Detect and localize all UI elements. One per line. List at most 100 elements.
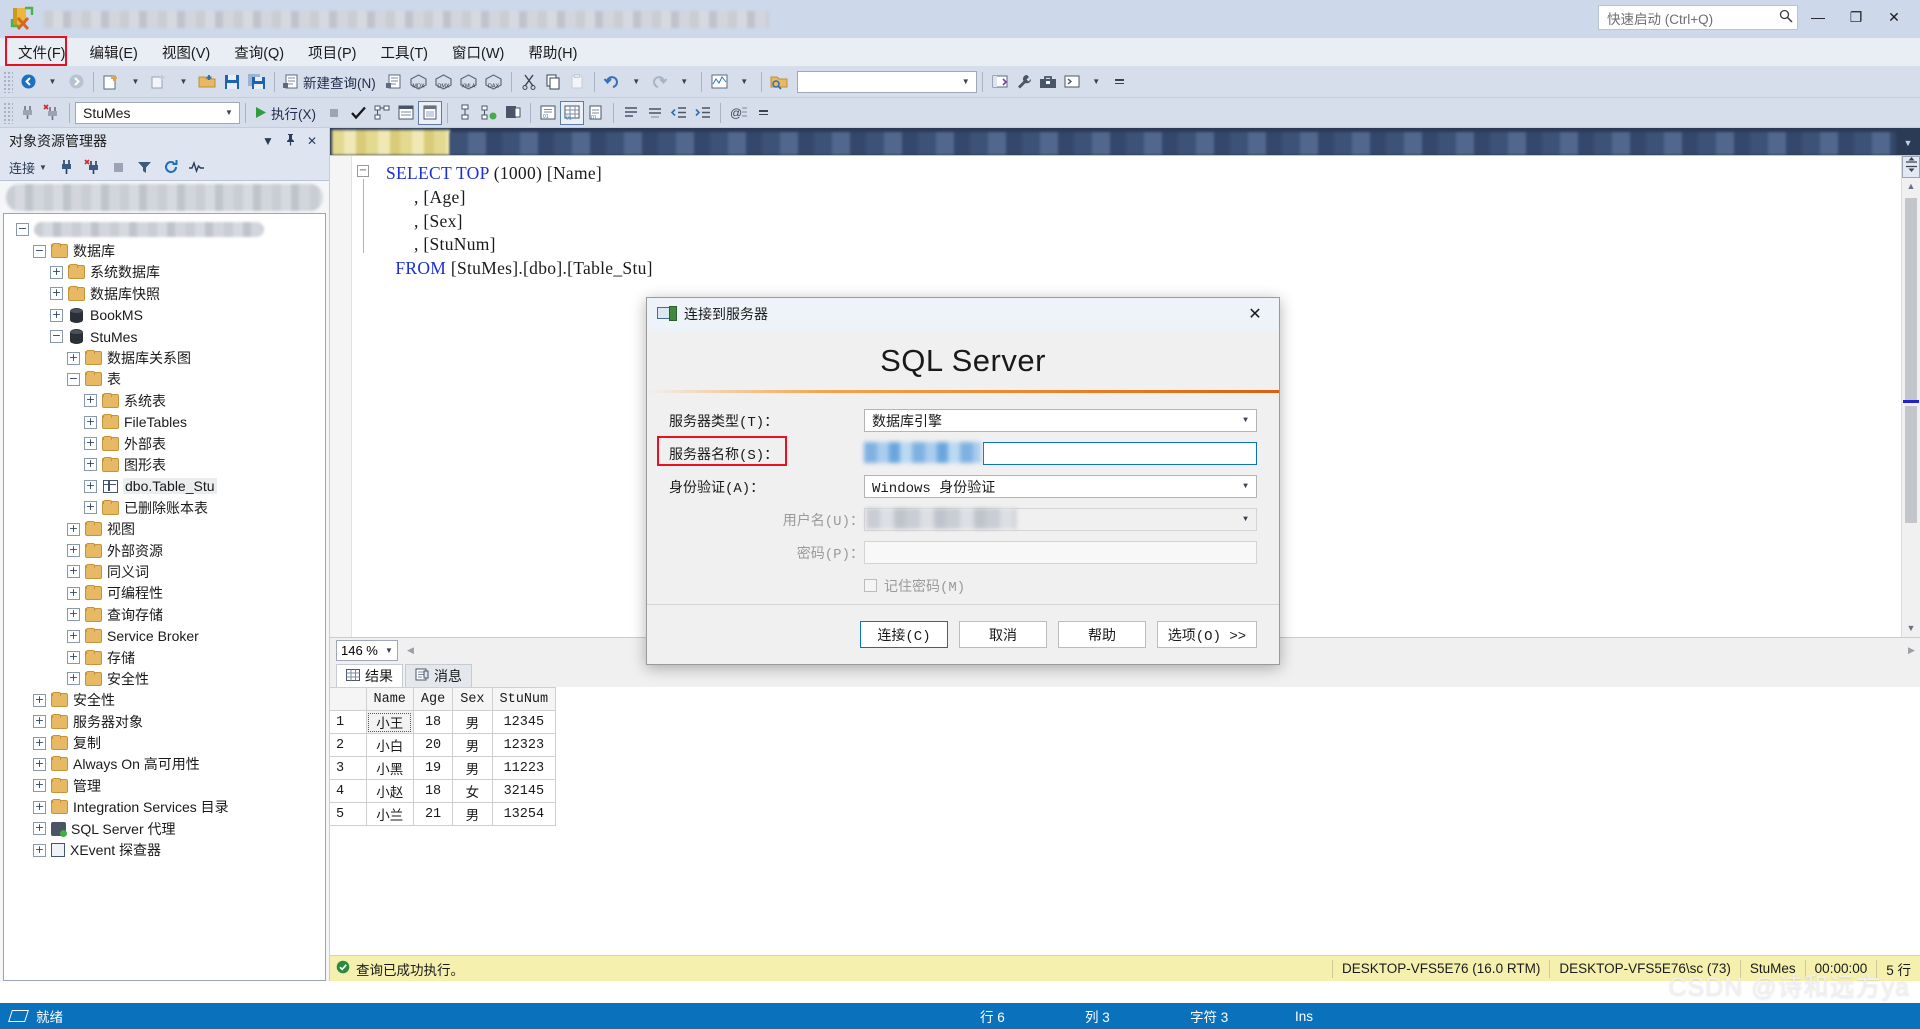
expand-icon[interactable]: + bbox=[84, 437, 97, 451]
scroll-left-arrow[interactable]: ◀ bbox=[402, 645, 419, 656]
collapse-icon[interactable]: − bbox=[16, 223, 29, 237]
properties-window-icon[interactable] bbox=[988, 70, 1012, 94]
expand-icon[interactable]: + bbox=[67, 522, 80, 536]
grid-row-number[interactable]: 5 bbox=[330, 802, 367, 826]
grid-cell[interactable]: 男 bbox=[452, 756, 493, 780]
help-at-icon[interactable]: @ bbox=[726, 101, 751, 125]
table-row[interactable]: 2 小白 20 男 12323 bbox=[330, 733, 557, 757]
new-item-dropdown[interactable]: ▼ bbox=[171, 70, 195, 94]
connect-icon[interactable] bbox=[16, 101, 40, 125]
cut-icon[interactable] bbox=[517, 70, 541, 94]
server-type-select[interactable]: 数据库引擎 ▼ bbox=[864, 409, 1257, 433]
connect-button[interactable]: 连接(C) bbox=[860, 621, 948, 649]
collapse-icon[interactable]: − bbox=[50, 330, 63, 344]
grid-cell[interactable]: 小兰 bbox=[365, 802, 414, 826]
expand-icon[interactable]: + bbox=[33, 715, 46, 729]
results-grid[interactable]: Name Age Sex StuNum 1 小王 18 男 12345 2 小白 20 男 12323 3… bbox=[330, 687, 557, 826]
toolbar-overflow-button[interactable] bbox=[1108, 70, 1132, 94]
expand-icon[interactable]: + bbox=[84, 415, 97, 429]
tree-node[interactable]: + 图形表 bbox=[4, 454, 325, 475]
grid-cell[interactable]: 小黑 bbox=[365, 756, 414, 780]
grid-cell[interactable]: 19 bbox=[412, 756, 454, 780]
menu-project[interactable]: 项目(P) bbox=[296, 38, 368, 67]
tree-node[interactable]: + dbo.Table_Stu bbox=[4, 476, 325, 497]
comment-icon[interactable] bbox=[619, 101, 643, 125]
expand-icon[interactable]: + bbox=[67, 651, 80, 664]
grid-column-header[interactable]: StuNum bbox=[491, 687, 557, 711]
grid-column-header[interactable]: Name bbox=[365, 687, 414, 711]
tab-messages[interactable]: 消息 bbox=[405, 664, 472, 687]
nav-forward-icon[interactable] bbox=[64, 70, 88, 94]
grid-cell[interactable]: 小白 bbox=[365, 733, 414, 757]
results-to-file-icon[interactable]: 01 bbox=[584, 101, 608, 125]
table-row[interactable]: 5 小兰 21 男 13254 bbox=[330, 802, 557, 826]
grid-cell[interactable]: 21 bbox=[412, 802, 454, 826]
menu-help[interactable]: 帮助(H) bbox=[516, 38, 589, 67]
tree-node[interactable]: + XEvent 探查器 bbox=[4, 839, 325, 860]
menu-edit[interactable]: 编辑(E) bbox=[78, 38, 150, 67]
refresh-icon[interactable] bbox=[159, 156, 183, 178]
disconnect-icon[interactable] bbox=[40, 101, 64, 125]
terminal-icon[interactable] bbox=[1060, 70, 1084, 94]
scrollbar-thumb[interactable] bbox=[1905, 198, 1917, 400]
tree-node[interactable]: + 已删除账本表 bbox=[4, 497, 325, 518]
wrench-icon[interactable] bbox=[1012, 70, 1036, 94]
collapse-icon[interactable]: − bbox=[67, 372, 80, 386]
toolbar-grip[interactable] bbox=[3, 70, 13, 93]
results-grid-wrapper[interactable]: Name Age Sex StuNum 1 小王 18 男 12345 2 小白 20 男 12323 3… bbox=[330, 687, 1920, 955]
expand-icon[interactable]: + bbox=[67, 544, 80, 558]
chevron-down-icon[interactable]: ▼ bbox=[381, 646, 397, 655]
expand-icon[interactable]: + bbox=[67, 565, 80, 579]
chevron-down-icon[interactable]: ▼ bbox=[257, 134, 279, 148]
undo-icon[interactable] bbox=[600, 70, 624, 94]
new-analysis-query-icon[interactable] bbox=[382, 70, 406, 94]
fold-toggle-icon[interactable]: − bbox=[357, 165, 369, 177]
code-line[interactable]: FROM [StuMes].[dbo].[Table_Stu] bbox=[330, 257, 1901, 281]
chevron-down-icon[interactable]: ▼ bbox=[1237, 416, 1254, 425]
grid-row-number[interactable]: 4 bbox=[330, 779, 367, 803]
stop-icon[interactable] bbox=[322, 101, 346, 125]
activity-monitor-icon[interactable] bbox=[707, 70, 732, 94]
scrollbar-thumb-lower[interactable] bbox=[1905, 406, 1917, 523]
tree-node[interactable]: + 数据库快照 bbox=[4, 283, 325, 304]
tree-node[interactable]: + 同义词 bbox=[4, 561, 325, 582]
save-all-icon[interactable] bbox=[244, 70, 269, 94]
menu-tools[interactable]: 工具(T) bbox=[368, 38, 440, 67]
minimize-button[interactable]: — bbox=[1800, 2, 1836, 32]
expand-icon[interactable]: + bbox=[84, 501, 97, 515]
tree-node[interactable]: + 外部资源 bbox=[4, 540, 325, 561]
grid-cell[interactable]: 18 bbox=[412, 779, 454, 803]
execute-button[interactable]: 执行(X) bbox=[251, 101, 322, 125]
grid-cell[interactable]: 小赵 bbox=[365, 779, 414, 803]
include-live-query-stats-icon[interactable] bbox=[477, 101, 501, 125]
tree-node[interactable]: + 安全性 bbox=[4, 690, 325, 711]
tree-node[interactable]: + Always On 高可用性 bbox=[4, 754, 325, 775]
quick-launch-input[interactable]: 快速启动 (Ctrl+Q) bbox=[1598, 5, 1798, 30]
expand-icon[interactable]: + bbox=[67, 672, 80, 686]
expand-icon[interactable]: + bbox=[50, 265, 63, 279]
code-line[interactable]: , [Age] bbox=[330, 186, 1901, 210]
menu-query[interactable]: 查询(Q) bbox=[222, 38, 296, 67]
grid-cell[interactable]: 12323 bbox=[491, 733, 557, 757]
editor-tab-active-blurred[interactable] bbox=[332, 130, 450, 155]
open-file-icon[interactable] bbox=[195, 70, 220, 94]
collapse-icon[interactable]: − bbox=[33, 244, 46, 258]
tree-node[interactable]: − StuMes bbox=[4, 326, 325, 347]
tree-node[interactable]: + 外部表 bbox=[4, 433, 325, 454]
tree-node[interactable]: + 复制 bbox=[4, 732, 325, 753]
grid-cell[interactable]: 12345 bbox=[491, 710, 557, 734]
results-to-grid-icon[interactable]: 01 bbox=[560, 100, 584, 125]
dialog-close-button[interactable]: ✕ bbox=[1235, 299, 1275, 329]
tree-node[interactable]: + 存储 bbox=[4, 647, 325, 668]
terminal-dropdown[interactable]: ▼ bbox=[1084, 70, 1108, 94]
expand-icon[interactable]: + bbox=[33, 693, 46, 707]
tree-node[interactable]: + 系统数据库 bbox=[4, 262, 325, 283]
code-line[interactable]: , [StuNum] bbox=[330, 233, 1901, 257]
grid-corner-header[interactable] bbox=[330, 687, 367, 711]
editor-vertical-scrollbar[interactable]: ▲ ▼ bbox=[1901, 156, 1920, 637]
expand-icon[interactable]: + bbox=[33, 843, 46, 857]
tree-node[interactable]: − bbox=[4, 219, 325, 240]
toolbar-overflow-button[interactable] bbox=[751, 101, 775, 125]
activity-monitor-dropdown[interactable]: ▼ bbox=[732, 70, 756, 94]
redo-icon[interactable] bbox=[648, 70, 672, 94]
